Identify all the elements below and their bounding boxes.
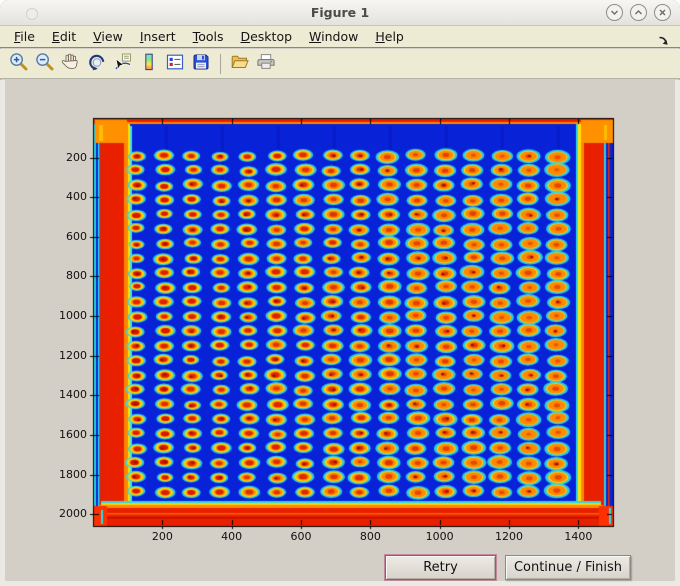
open-icon [230,52,250,75]
zoom-out-button[interactable] [33,51,58,76]
pan-button[interactable] [59,51,84,76]
y-axis-tick-label: 1800 [59,467,87,481]
save-button[interactable] [189,51,214,76]
y-axis-tick-label: 400 [66,190,87,204]
toolbar-separator [220,53,221,74]
figure-window: Figure 1 File Edit View Insert Tools Desktop W… [0,0,680,586]
x-axis-tick-label: 1400 [564,530,593,543]
print-icon [256,52,276,75]
plate-heatmap-canvas [5,80,675,581]
window-controls [606,4,671,21]
menu-desktop[interactable]: Desktop [240,29,292,44]
zoom-out-icon [35,52,55,75]
close-button[interactable] [654,4,671,21]
rotate-3d-button[interactable] [85,51,110,76]
retry-button[interactable]: Retry [385,555,496,580]
x-axis-tick-label: 1000 [425,530,454,543]
y-axis-tick-label: 2000 [59,507,87,521]
continue-finish-button[interactable]: Continue / Finish [505,555,631,580]
y-axis-tick-label: 1000 [59,309,87,323]
figure-client-area: 200 400 600 800 1000 1200 1400 200 400 600 800 1000… [0,80,680,586]
menu-insert[interactable]: Insert [140,29,176,44]
pan-icon [61,52,81,75]
print-button[interactable] [254,51,279,76]
x-axis-tick-label: 200 [151,530,173,543]
maximize-button[interactable] [630,4,647,21]
x-axis-tick-label: 800 [359,530,381,543]
legend-icon [165,52,185,75]
data-cursor-icon [113,52,133,75]
minimize-button[interactable] [606,4,623,21]
titlebar: Figure 1 [0,0,680,26]
open-button[interactable] [228,51,253,76]
data-cursor-button[interactable] [111,51,136,76]
menu-tools[interactable]: Tools [193,29,224,44]
x-axis-tick-label: 400 [221,530,243,543]
menubar: File Edit View Insert Tools Desktop Window Help [0,26,680,48]
legend-button[interactable] [163,51,188,76]
zoom-in-button[interactable] [7,51,32,76]
window-title: Figure 1 [310,5,370,20]
y-axis-tick-label: 1200 [59,348,87,362]
x-axis-tick-label: 1200 [495,530,523,543]
menu-help[interactable]: Help [375,29,404,44]
rotate-3d-icon [87,52,107,75]
close-icon [659,9,666,16]
y-axis-tick-label: 1600 [59,427,87,441]
chevron-down-icon [611,10,618,15]
save-icon [191,52,211,75]
y-axis-tick-label: 1400 [59,388,87,402]
zoom-in-icon [9,52,29,75]
menu-items: File Edit View Insert Tools Desktop Window Help [14,29,421,44]
colorbar-button[interactable] [137,51,162,76]
chevron-up-icon [635,10,642,15]
menu-file[interactable]: File [14,29,35,44]
menu-window[interactable]: Window [309,29,358,44]
y-axis-tick-label: 800 [66,269,87,283]
toolbar [0,49,680,79]
y-axis-tick-label: 200 [66,150,87,164]
menu-edit[interactable]: Edit [52,29,76,44]
y-axis-tick-label: 600 [66,229,87,243]
dock-arrow-icon[interactable] [658,31,669,50]
x-axis-tick-label: 600 [290,530,312,543]
colorbar-icon [139,52,159,75]
menu-view[interactable]: View [93,29,123,44]
